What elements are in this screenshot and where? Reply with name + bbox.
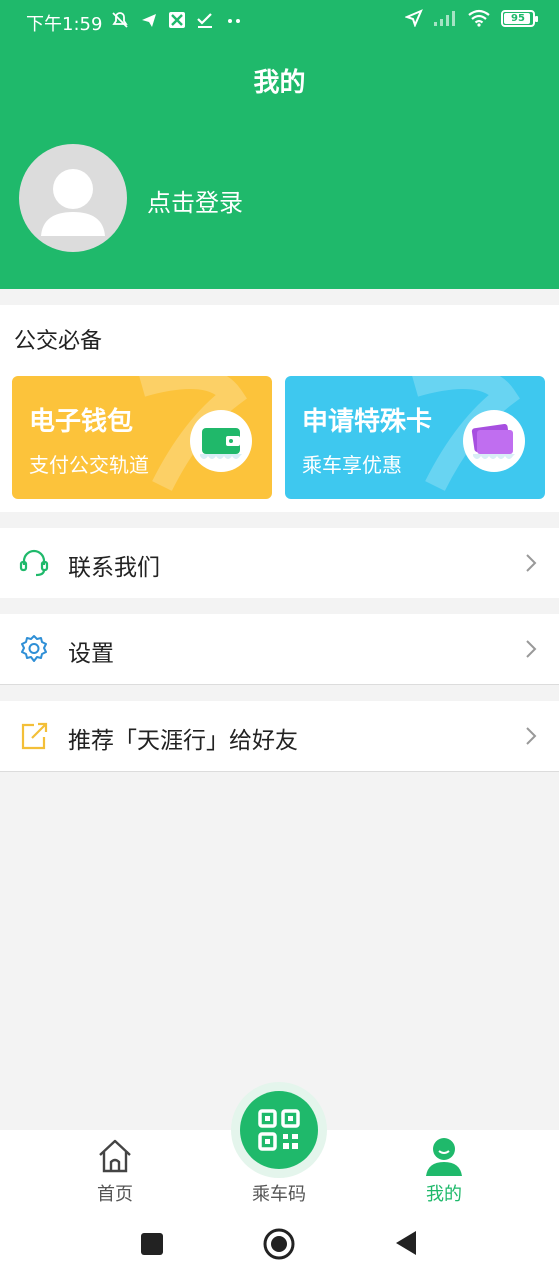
- check-icon: [197, 13, 212, 28]
- battery-level: 95: [511, 12, 525, 24]
- battery-icon: 95: [501, 9, 538, 27]
- gear-icon: [21, 635, 47, 662]
- signal-icon: [434, 11, 455, 26]
- menu-item-label: 联系我们: [68, 555, 160, 581]
- special-card-card[interactable]: 申请特殊卡 乘车享优惠: [285, 376, 545, 499]
- tab-label: 首页: [97, 1184, 133, 1205]
- divider: [0, 771, 559, 772]
- section-title: 公交必备: [14, 329, 103, 354]
- avatar[interactable]: [19, 144, 127, 252]
- home-icon: [99, 1139, 131, 1173]
- card-icon: [463, 410, 525, 472]
- ride-code-button[interactable]: [240, 1091, 318, 1169]
- tab-mine[interactable]: 我的: [384, 1130, 504, 1212]
- tab-label: 我的: [426, 1184, 462, 1205]
- qr-code-icon: [258, 1109, 300, 1151]
- headset-icon: [19, 549, 49, 577]
- bus-essentials-section: 公交必备 电子钱包 支付公交轨道 申请特殊卡 乘车享优惠: [0, 305, 559, 512]
- wallet-icon: [190, 410, 252, 472]
- card-subtitle: 乘车享优惠: [302, 453, 402, 477]
- card-title: 申请特殊卡: [302, 407, 433, 437]
- login-link[interactable]: 点击登录: [147, 183, 243, 218]
- mute-icon: [112, 12, 128, 28]
- user-icon: [426, 1138, 462, 1176]
- card-title: 电子钱包: [29, 407, 134, 437]
- e-wallet-card[interactable]: 电子钱包 支付公交轨道: [12, 376, 272, 499]
- system-navigation-bar: [0, 1212, 559, 1280]
- status-time: 下午1:59: [26, 14, 103, 35]
- default-avatar-icon: [41, 169, 105, 236]
- back-icon[interactable]: [393, 1229, 419, 1257]
- tab-label: 乘车码: [252, 1184, 306, 1205]
- menu-item-label: 设置: [68, 641, 114, 667]
- menu-item-recommend-app[interactable]: 推荐「天涯行」给好友: [0, 701, 559, 772]
- recent-apps-icon[interactable]: [139, 1231, 165, 1257]
- tab-home[interactable]: 首页: [55, 1130, 175, 1212]
- card-subtitle: 支付公交轨道: [29, 453, 149, 477]
- page-title: 我的: [253, 68, 306, 98]
- chevron-right-icon: [526, 554, 537, 572]
- telegram-icon: [142, 14, 156, 27]
- share-icon: [21, 722, 48, 750]
- home-circle-icon[interactable]: [262, 1227, 296, 1261]
- sync-icon: [169, 12, 185, 28]
- profile-header: 下午1:59 95 我的 点击登录: [0, 0, 559, 289]
- menu-item-contact-us[interactable]: 联系我们: [0, 528, 559, 598]
- menu-item-settings[interactable]: 设置: [0, 614, 559, 685]
- more-icon: [228, 19, 240, 23]
- status-bar: 下午1:59 95: [0, 0, 559, 44]
- chevron-right-icon: [526, 727, 537, 745]
- divider: [0, 684, 559, 685]
- menu-item-label: 推荐「天涯行」给好友: [68, 728, 298, 754]
- chevron-right-icon: [526, 640, 537, 658]
- wifi-icon: [468, 9, 490, 27]
- location-icon: [405, 9, 423, 27]
